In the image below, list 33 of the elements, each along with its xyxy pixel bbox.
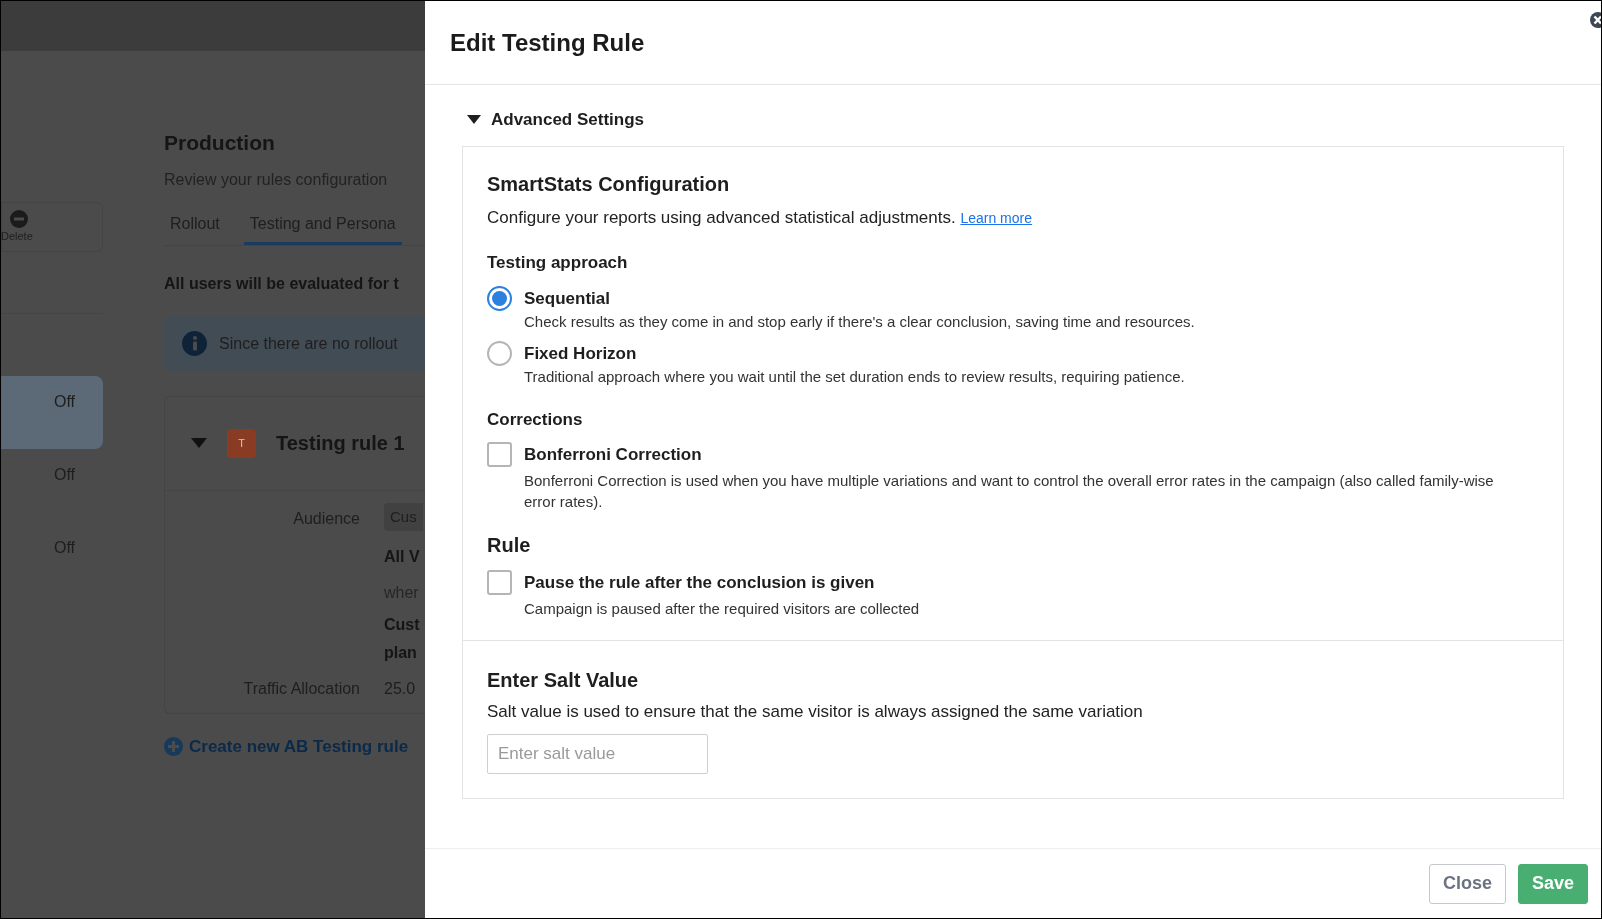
section-heading: Enter Salt Value [487,668,640,693]
checkbox-label[interactable]: Pause the rule after the conclusion is given [524,570,920,595]
checkbox[interactable] [487,442,512,467]
section-toggle[interactable]: Advanced Settings [467,107,645,133]
group-heading: Testing approach [487,252,629,274]
checkbox-label[interactable]: Bonferroni Correction [524,442,1514,467]
section-heading: SmartStats Configuration [487,171,731,197]
checkbox-description: Bonferroni Correction is used when you have multiple variations and want to control the overall error rates in the campaign (also called family-wise error rates). [524,471,1495,512]
learn-more-link[interactable]: Learn more [960,209,1032,226]
checkbox-description: Campaign is paused after the required visitors are collected [524,599,920,619]
option-label[interactable]: Sequential [524,285,1195,311]
checkbox[interactable] [487,570,512,595]
option-description: Check results as they come in and stop early if there's a clear conclusion, saving time and resources. [524,311,1195,332]
group-heading: Corrections [487,408,584,431]
group-heading: Rule [487,533,532,558]
panel-title: Edit Testing Rule [450,27,645,58]
caret-icon[interactable] [191,438,207,448]
create-rule-link[interactable]: Create new AB Testing rule [164,733,425,759]
rule-badge: T [227,428,256,458]
minus-circle-icon [10,210,28,228]
option-description: Traditional approach where you wait until the set duration ends to review results, requiring patience. [524,367,1185,387]
plus-circle-icon [164,736,183,756]
radio-button[interactable] [487,285,512,311]
close-icon[interactable] [1590,12,1601,28]
section-description: Salt value is used to ensure that the same visitor is always assigned the same variation [487,701,1144,723]
option-label[interactable]: Fixed Horizon [524,341,1185,366]
info-icon [182,331,207,356]
salt-input[interactable]: Enter salt value [487,733,708,774]
radio-button[interactable] [487,341,512,366]
save-button[interactable]: Save [1517,863,1588,904]
section-description: Configure your reports using advanced statistical adjustments. [487,207,956,227]
off-item[interactable]: Off [1,376,103,449]
close-button[interactable]: Close [1428,863,1506,904]
